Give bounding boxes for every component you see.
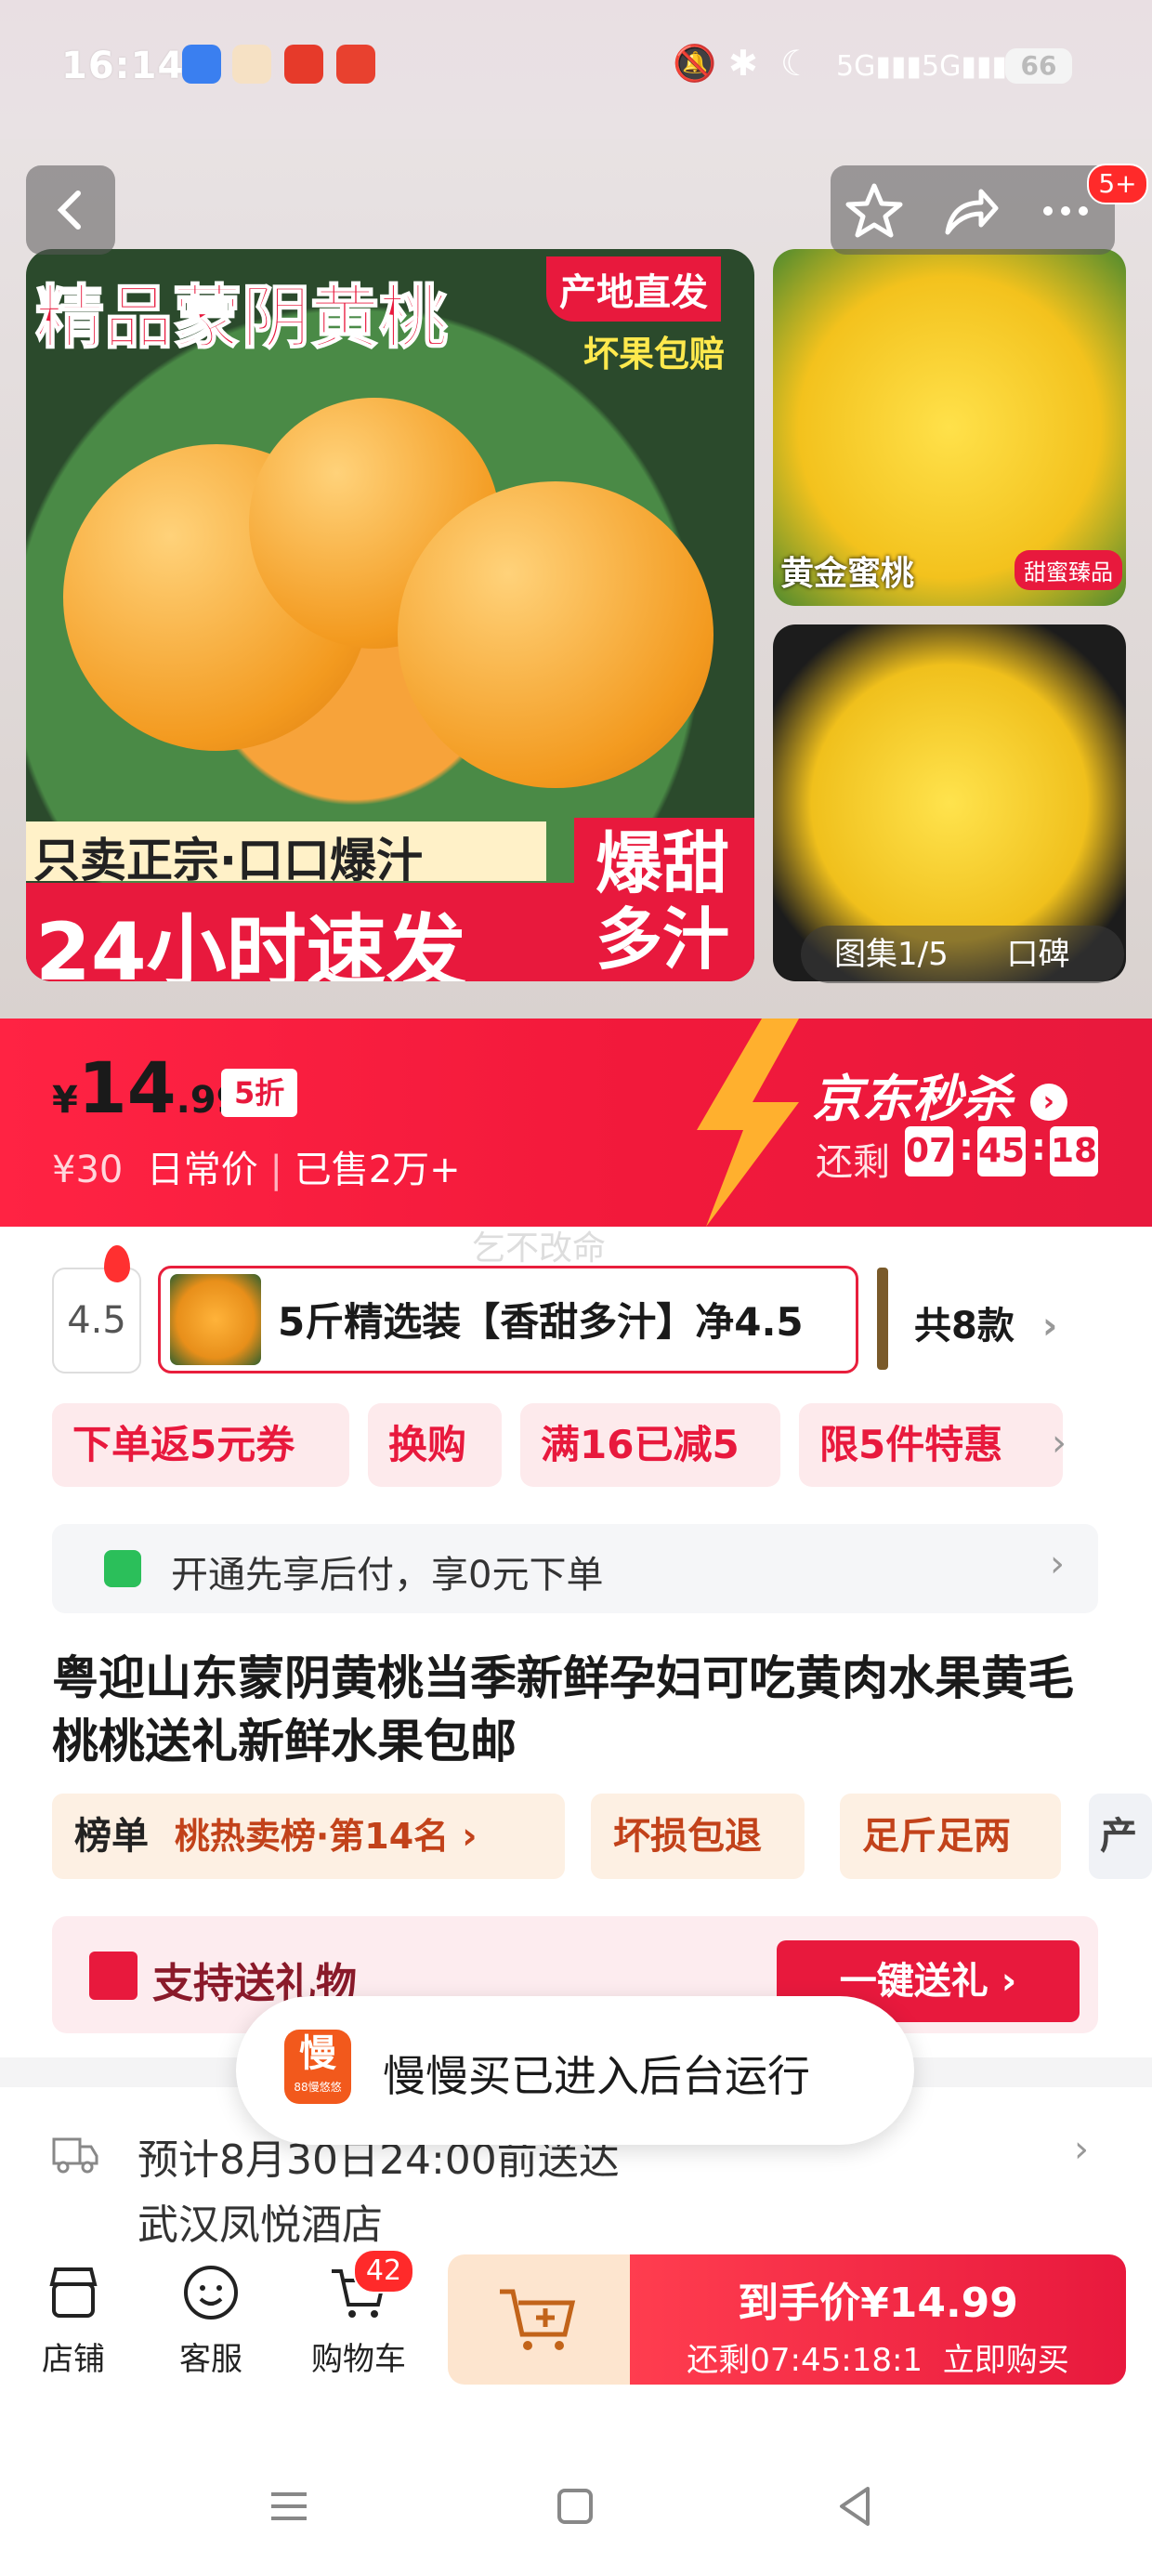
signal-icon: 5G▮▮▮ (922, 50, 1007, 83)
signal-icon: 5G▮▮▮ (836, 50, 922, 83)
app-icon: 慢 88慢悠悠 (284, 2030, 351, 2104)
chevron-right-icon: › (462, 1815, 478, 1858)
countdown-separator: : (959, 1126, 974, 1169)
countdown-minutes: 45 (977, 1126, 1026, 1176)
gallery-tabs[interactable]: 图集1/5 口碑 (801, 926, 1124, 983)
cart-count-badge: 42 (353, 2249, 414, 2293)
countdown-seconds: 18 (1050, 1126, 1098, 1176)
image-badge-guarantee: 坏果包赔 (583, 334, 726, 375)
service-label: 客服 (179, 2341, 242, 2378)
current-price: ¥14.99 (52, 1046, 242, 1129)
image-slogan-right: 爆甜多汁 (595, 824, 729, 979)
variant-option-selected[interactable]: 5斤精选装【香甜多汁】净4.5 (158, 1266, 858, 1373)
back-nav-icon[interactable] (832, 2483, 879, 2530)
shop-label: 店铺 (42, 2341, 105, 2378)
home-icon[interactable] (552, 2483, 598, 2530)
image-headline: 精品蒙阴黄桃 (34, 277, 449, 359)
service-tag[interactable]: 足斤足两 (840, 1794, 1061, 1879)
chevron-right-icon[interactable]: › (1052, 1422, 1067, 1465)
share-icon[interactable] (936, 178, 1001, 243)
back-button[interactable] (26, 165, 115, 255)
image-badge-origin: 产地直发 (546, 256, 721, 322)
star-icon[interactable] (842, 178, 907, 243)
variant-thumb (170, 1274, 261, 1365)
menu-icon[interactable] (266, 2483, 312, 2530)
watermark: 乞不改命 (472, 1229, 607, 1268)
product-thumb-1[interactable]: 黄金蜜桃 甜蜜臻品 (773, 249, 1126, 606)
buy-price-label: 到手价¥14.99 (738, 2280, 1018, 2327)
toast-notification: 慢 88慢悠悠 慢慢买已进入后台运行 (236, 1996, 914, 2145)
variant-option[interactable]: 4.5 (52, 1268, 141, 1373)
battery-icon: 66 (1005, 48, 1072, 84)
chevron-right-icon: › (1041, 1305, 1058, 1347)
buy-countdown: 还剩07:45:18:1 (687, 2342, 923, 2379)
promo-tag[interactable]: 限5件特惠 (799, 1403, 1063, 1487)
original-price: ¥30 日常价 | 已售2万+ (52, 1149, 461, 1191)
smiley-icon (184, 2266, 238, 2320)
add-cart-icon (500, 2289, 576, 2350)
bag-icon (104, 1550, 141, 1587)
promo-tag[interactable]: 下单返5元券 (52, 1403, 349, 1487)
image-slogan-2: 24小时速发 (35, 906, 466, 981)
product-main-image[interactable]: 精品蒙阴黄桃 产地直发 坏果包赔 只卖正宗·口口爆汁 24小时速发 爆甜多汁 (26, 249, 754, 981)
mute-icon: 🔕 (673, 43, 717, 84)
review-tab[interactable]: 口碑 (1007, 936, 1070, 973)
variants-more-button[interactable]: 共8款 › (914, 1295, 1057, 1349)
top-actions (831, 165, 1115, 255)
thumb-label: 黄金蜜桃 (780, 555, 915, 593)
buy-action-label: 立即购买 (942, 2342, 1069, 2379)
thumb-badge: 甜蜜臻品 (1015, 550, 1122, 590)
variant-option[interactable] (877, 1268, 888, 1370)
app-notification-icon (232, 45, 271, 84)
service-tag[interactable]: 产 (1089, 1794, 1152, 1879)
add-to-cart-button[interactable] (448, 2254, 630, 2385)
gallery-counter[interactable]: 图集1/5 (834, 936, 949, 973)
service-tag[interactable]: 坏损包退 (591, 1794, 805, 1879)
pay-later-text: 开通先享后付，享0元下单 (171, 1554, 604, 1597)
more-badge: 5+ (1087, 164, 1148, 204)
shop-button[interactable]: 店铺 (22, 2260, 124, 2379)
app-notification-icon (182, 45, 221, 84)
buy-now-button[interactable]: 到手价¥14.99 还剩07:45:18:1 立即购买 (630, 2254, 1126, 2385)
flash-sale-title[interactable]: 京东秒杀 › (812, 1058, 1067, 1131)
promo-tag[interactable]: 满16已减5 (520, 1403, 780, 1487)
flame-icon (104, 1245, 130, 1282)
countdown-separator: : (1031, 1126, 1046, 1169)
bluetooth-icon: ✱ (728, 43, 758, 84)
shop-icon (49, 2267, 98, 2318)
countdown-label: 还剩 (816, 1141, 890, 1184)
chevron-left-icon (57, 191, 81, 230)
delivery-address[interactable]: 武汉凤悦酒店 (137, 2191, 383, 2251)
discount-badge: 5折 (221, 1069, 298, 1117)
cart-label: 购物车 (311, 2341, 406, 2378)
chevron-right-icon[interactable]: › (1074, 2128, 1089, 2171)
video-app-icon (284, 45, 323, 84)
toast-text: 慢慢买已进入后台运行 (383, 2051, 810, 2101)
chevron-right-icon: › (1050, 1543, 1065, 1585)
moon-icon: ☾ (780, 43, 813, 84)
status-time: 16:14 (61, 45, 185, 87)
ranking-tag[interactable]: 榜单 桃热卖榜·第14名 › (52, 1794, 565, 1879)
variant-label: 5斤精选装【香甜多汁】净4.5 (278, 1299, 804, 1345)
pay-later-banner[interactable]: 开通先享后付，享0元下单 › (52, 1524, 1098, 1613)
countdown-hours: 07 (905, 1126, 953, 1176)
image-slogan-1: 只卖正宗·口口爆汁 (33, 834, 423, 887)
product-title: 粤迎山东蒙阴黄桃当季新鲜孕妇可吃黄肉水果黄毛桃桃送礼新鲜水果包邮 (52, 1651, 1074, 1768)
truck-icon (52, 2137, 98, 2174)
lightning-icon (697, 1019, 799, 1227)
chevron-right-icon: › (1029, 1084, 1067, 1122)
promo-tag[interactable]: 换购 (368, 1403, 502, 1487)
service-button[interactable]: 客服 (160, 2260, 262, 2379)
gift-icon (89, 1952, 137, 2000)
stock-app-icon (336, 45, 375, 84)
